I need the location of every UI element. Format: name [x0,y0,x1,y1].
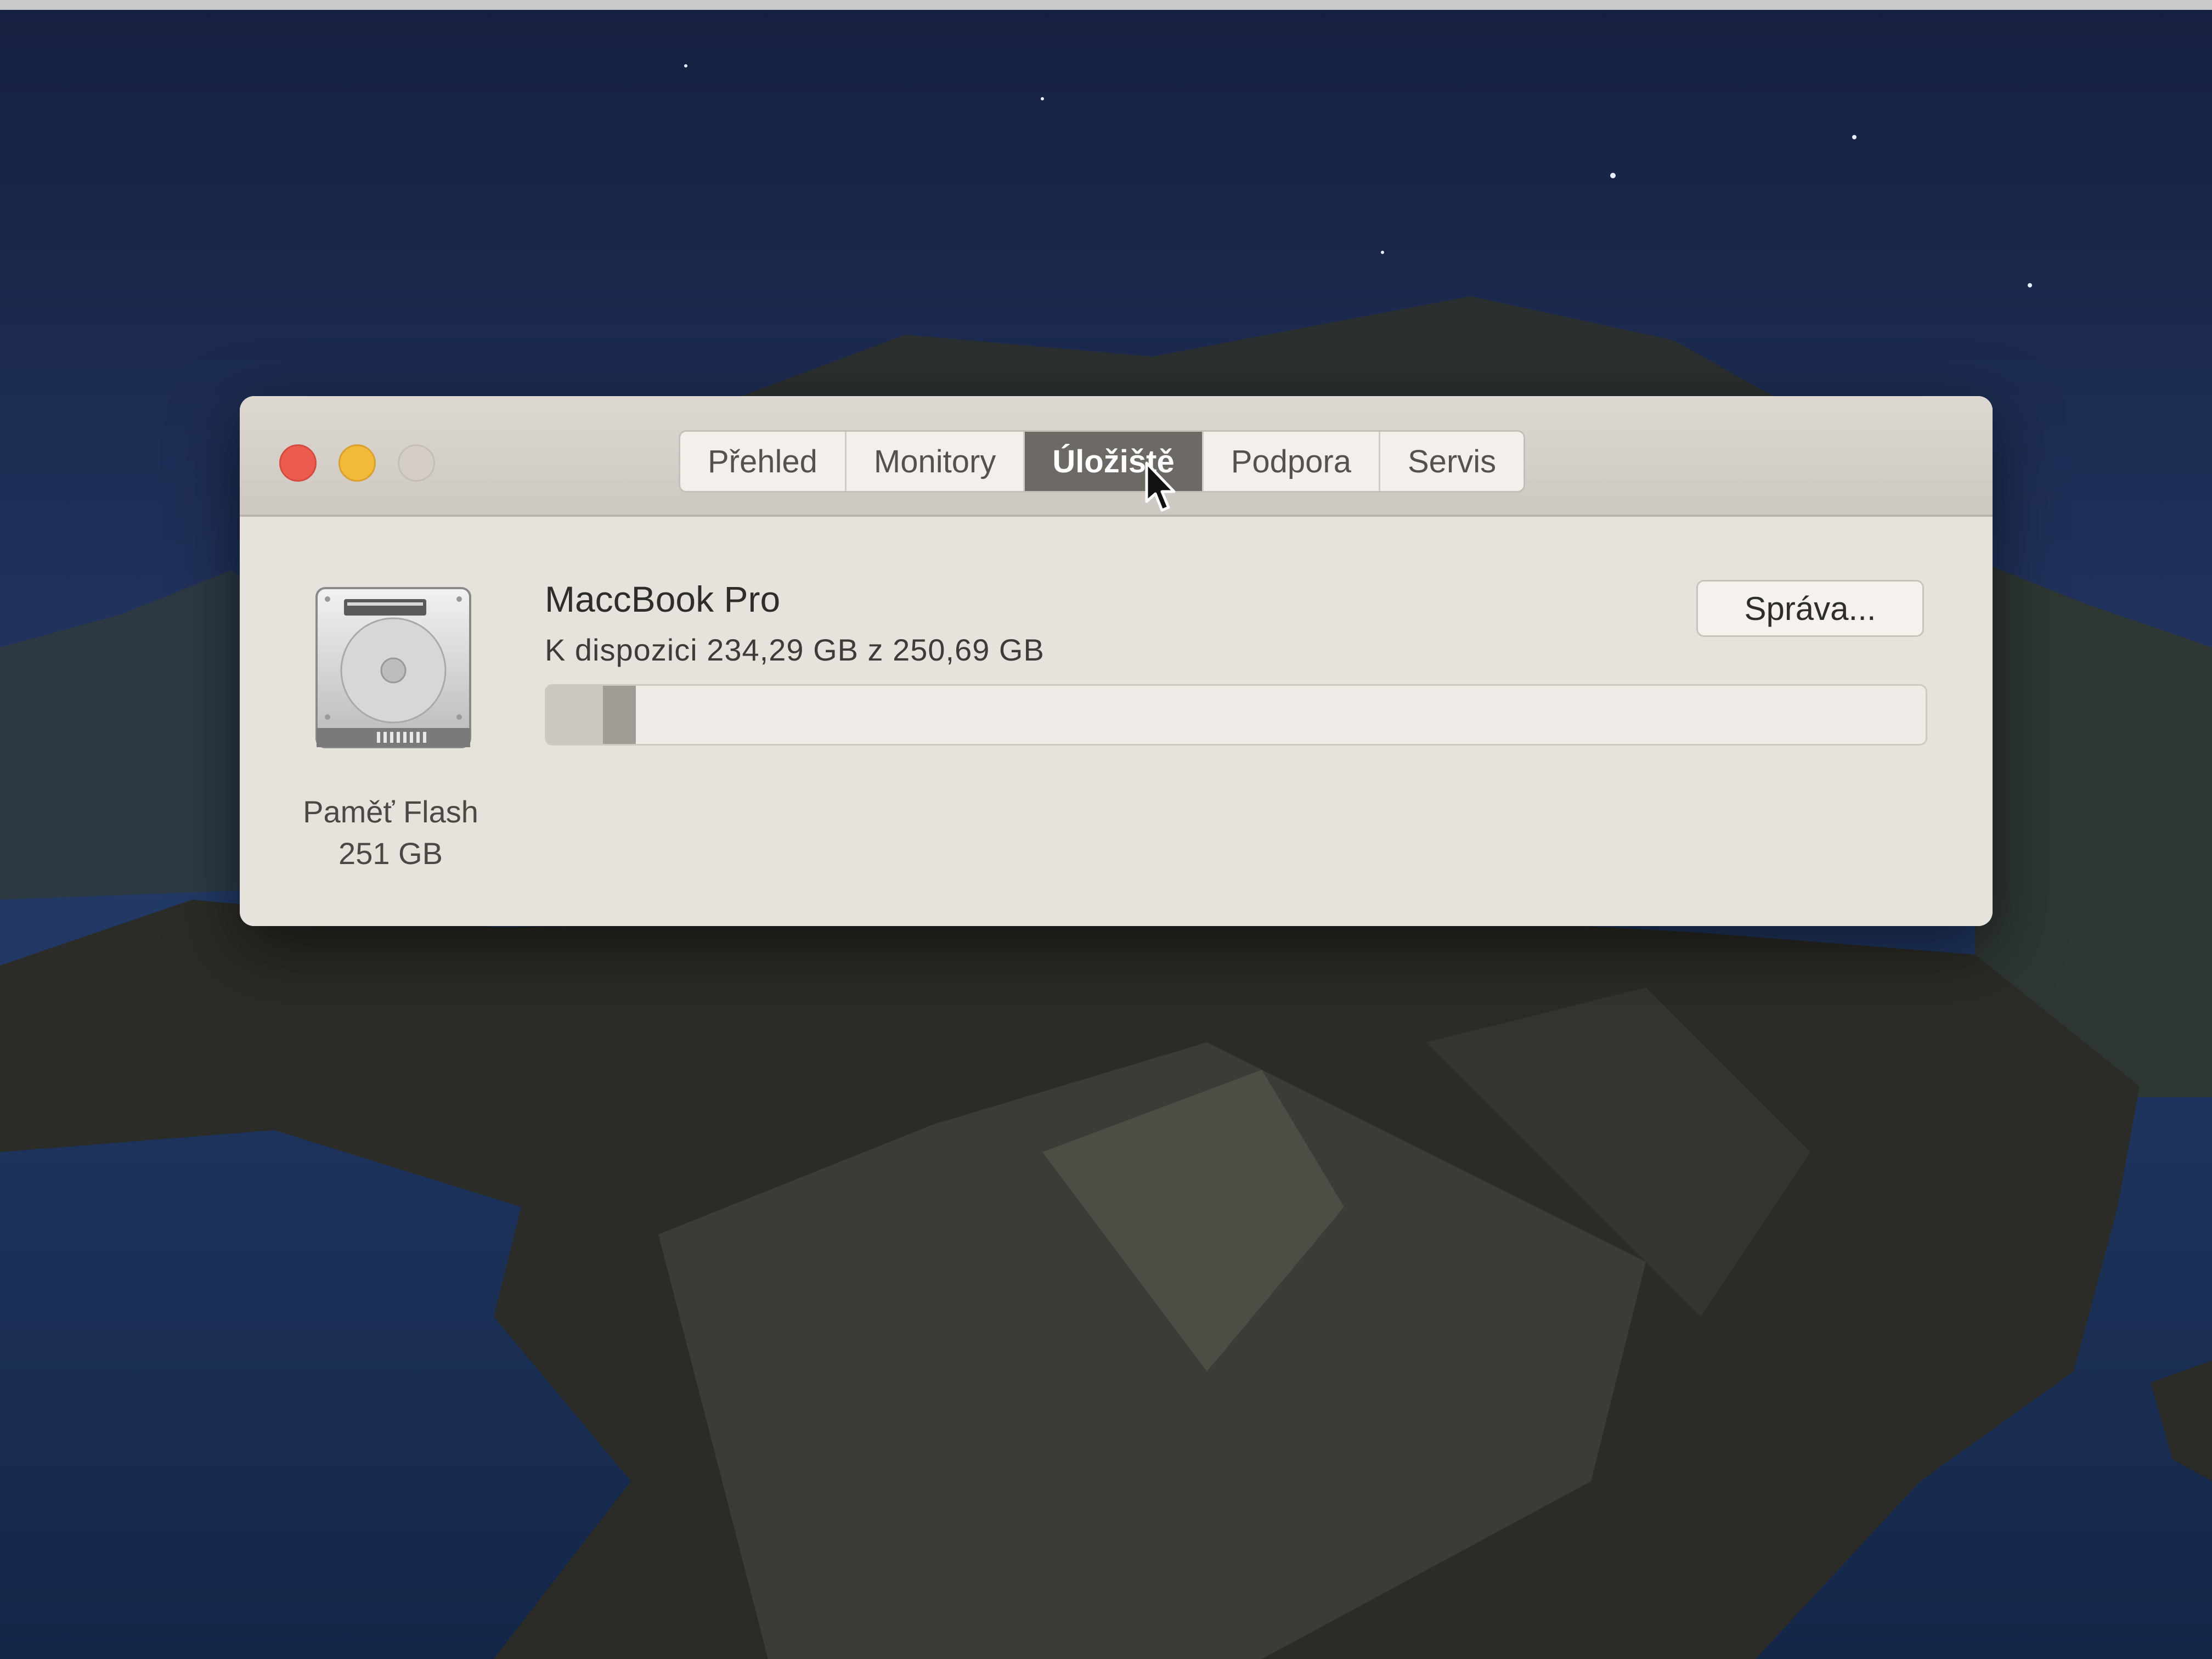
storage-usage-bar [545,684,1927,746]
storage-bar-system-segment [546,686,603,744]
tab-service[interactable]: Servis [1380,432,1523,491]
tab-displays[interactable]: Monitory [847,432,1025,491]
manage-storage-button[interactable]: Správa... [1696,580,1924,637]
hard-drive-icon [306,583,481,758]
minimize-window-button[interactable] [338,444,376,482]
mouse-cursor-icon [1144,461,1177,514]
disk-type-label: Paměť Flash [303,794,478,829]
disk-label: Paměť Flash 251 GB [262,791,520,874]
tab-bar: Přehled Monitory Úložiště Podpora Servis [679,430,1526,493]
tab-support[interactable]: Podpora [1204,432,1380,491]
storage-bar-other-segment [603,686,636,744]
device-name: MaccBook Pro [545,579,781,619]
available-space-text: K dispozici 234,29 GB z 250,69 GB [545,633,1045,667]
about-this-mac-window: Přehled Monitory Úložiště Podpora Servis [240,396,1993,926]
disk-capacity-label: 251 GB [338,836,443,871]
tab-overview[interactable]: Přehled [680,432,847,491]
zoom-window-button [398,444,435,482]
close-window-button[interactable] [279,444,317,482]
storage-panel: Paměť Flash 251 GB MaccBook Pro K dispoz… [240,517,1993,926]
window-titlebar: Přehled Monitory Úložiště Podpora Servis [240,396,1993,517]
